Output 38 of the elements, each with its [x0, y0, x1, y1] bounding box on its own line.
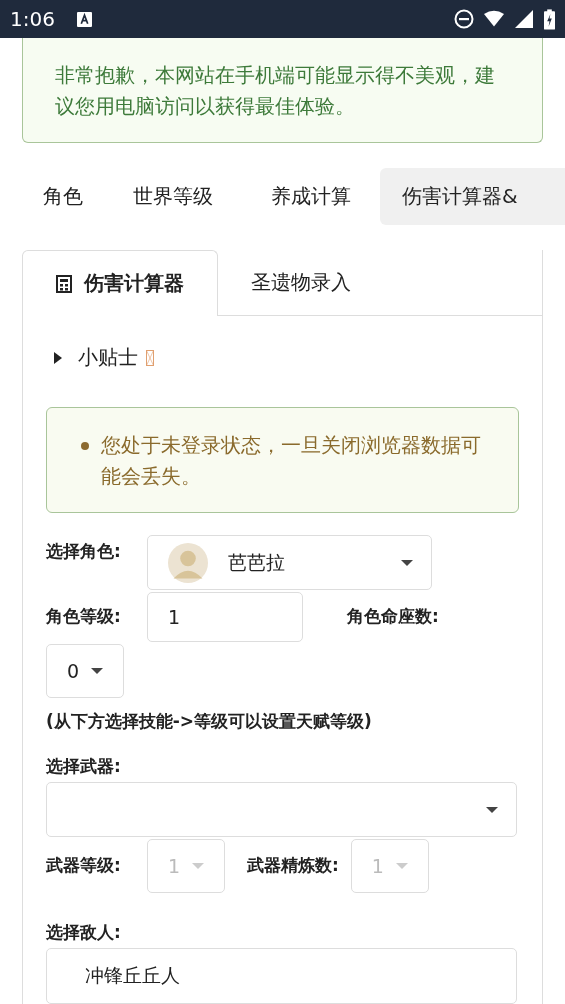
warning-text: 您处于未登录状态，一旦关闭浏览器数据可能会丢失。 [101, 432, 482, 490]
triangle-icon [54, 351, 62, 364]
nav-tab[interactable]: 世界等级 [104, 168, 242, 225]
missing-glyph-icon [146, 349, 154, 366]
field-label: 选择敌人: [46, 921, 122, 944]
battery-charging-icon [544, 8, 555, 30]
caret-icon [192, 863, 205, 869]
notice-text: 非常抱歉，本网站在手机端可能显示得不美观，建议您用电脑访问以获得最佳体验。 [55, 62, 496, 120]
character-select[interactable]: 芭芭拉 [147, 535, 432, 590]
caret-icon [486, 806, 498, 813]
nav-tab[interactable]: 养成计算 [242, 168, 380, 225]
clock-time: 1:06 [10, 7, 55, 31]
weapon-select[interactable] [46, 782, 517, 837]
caret-icon [91, 668, 104, 674]
wifi-icon [484, 9, 504, 29]
enemy-select[interactable]: 冲锋丘丘人 [46, 948, 517, 1004]
field-label: 选择武器: [46, 755, 122, 778]
avatar-icon [168, 542, 208, 583]
level-input[interactable]: 1 [147, 592, 303, 642]
nav-tab[interactable]: 伤害计算器& [380, 168, 565, 225]
field-label: 武器精炼数: [247, 853, 339, 877]
tips-toggle[interactable]: 小贴士 [46, 336, 162, 379]
field-label: 选择角色: [46, 540, 122, 563]
hint-text: (从下方选择技能->等级可以设置天赋等级) [46, 710, 373, 733]
do-not-disturb-icon [454, 9, 474, 29]
nav-tab[interactable]: 角色 [22, 168, 104, 225]
keyboard-notification-icon [76, 11, 92, 27]
field-label: 武器等级: [46, 853, 122, 877]
bullet-icon [81, 442, 89, 450]
field-label: 角色等级: [46, 604, 122, 628]
field-label: 角色命座数: [347, 604, 439, 628]
constellation-select[interactable]: 0 [46, 644, 124, 698]
panel-tab[interactable]: 伤害计算器 [22, 250, 218, 316]
caret-icon [395, 863, 408, 869]
caret-icon [401, 559, 413, 566]
signal-icon [514, 9, 534, 29]
calculator-icon [56, 274, 72, 293]
panel-tab[interactable]: 圣遗物录入 [218, 250, 384, 316]
